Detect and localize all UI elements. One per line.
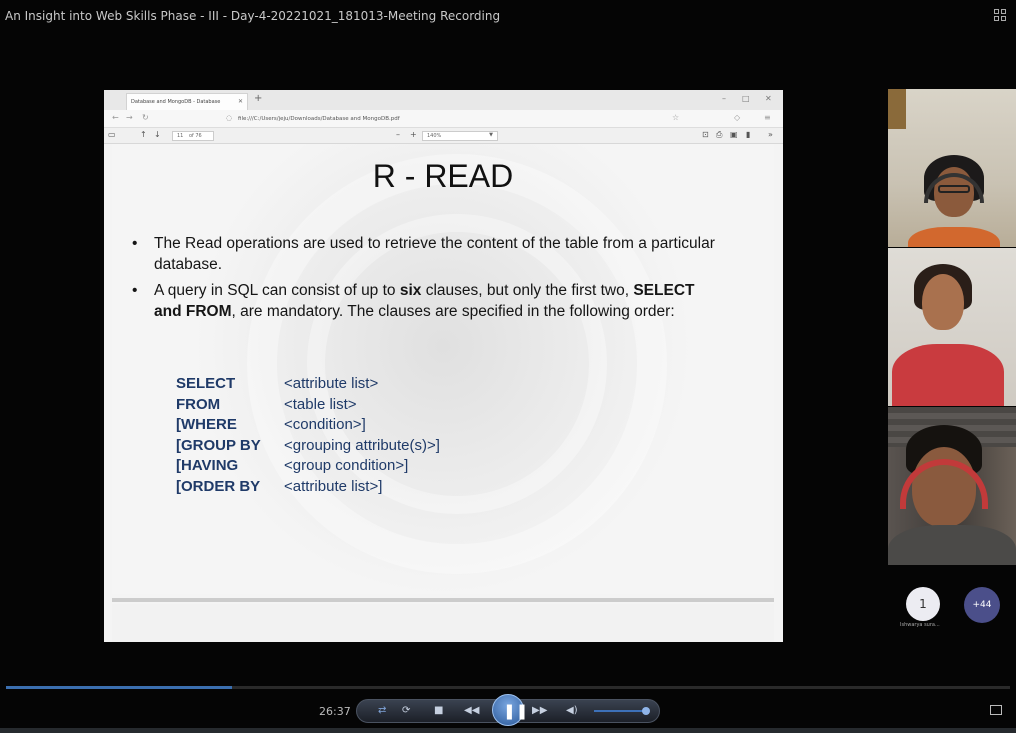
sql-keyword: FROM: [176, 395, 221, 413]
volume-slider-knob[interactable]: [642, 707, 650, 715]
participant-avatar[interactable]: 1: [906, 587, 940, 621]
stop-icon[interactable]: ■: [434, 705, 443, 716]
url-bar[interactable]: ◌ file:///C:/Users/jeju/Downloads/Databa…: [224, 113, 704, 125]
shared-browser-window: Database and MongoDB - Database ✕ + – □ …: [104, 90, 783, 642]
bullet2-text-mid: clauses, but only the first two,: [421, 282, 634, 299]
title-bar: An Insight into Web Skills Phase - III -…: [0, 0, 1016, 32]
presentation-mode-icon[interactable]: ⊡: [702, 130, 709, 139]
participant-video-2[interactable]: [888, 248, 1016, 406]
bookmark-icon[interactable]: ▮: [746, 130, 750, 139]
background-frame: [888, 89, 906, 129]
sql-row: [GROUP BY <grouping attribute(s)>]: [176, 436, 440, 457]
page-number-current: 11: [177, 133, 184, 139]
sql-row: [HAVING <group condition>]: [176, 456, 440, 477]
bookmark-star-icon[interactable]: ☆: [672, 113, 679, 122]
sql-clause-list: SELECT <attribute list> FROM <table list> …: [176, 374, 440, 497]
repeat-icon[interactable]: ⟳: [402, 705, 410, 716]
volume-slider[interactable]: [594, 710, 646, 712]
participant-shirt: [908, 227, 1000, 247]
previous-page-icon[interactable]: ↑: [140, 130, 147, 139]
bullet2-bold-six: six: [399, 282, 422, 299]
fullscreen-icon[interactable]: [990, 705, 1002, 715]
participant-video-1[interactable]: [888, 89, 1016, 247]
sql-argument: <attribute list>]: [284, 477, 383, 495]
sql-row: SELECT <attribute list>: [176, 374, 440, 395]
slide-title: R - READ: [372, 158, 514, 194]
player-controls: 26:37 ⇄ ⟳ ■ ◀◀ ❚❚ ▶▶ ◀): [0, 694, 1016, 728]
forward-icon[interactable]: →: [126, 113, 133, 122]
participant-shirt: [888, 525, 1016, 565]
browser-tab[interactable]: Database and MongoDB - Database ✕: [126, 93, 248, 110]
playback-progress-fill: [6, 686, 232, 689]
fast-forward-icon[interactable]: ▶▶: [532, 705, 547, 716]
volume-icon[interactable]: ◀): [566, 705, 578, 716]
chevron-down-icon: ▼: [489, 132, 493, 138]
minimize-icon[interactable]: –: [722, 94, 726, 103]
pocket-icon[interactable]: ◇: [734, 113, 740, 122]
sql-keyword: [ORDER BY: [176, 477, 261, 495]
bullet2-text-post: , are mandatory. The clauses are specifi…: [231, 303, 675, 320]
shuffle-icon[interactable]: ⇄: [378, 705, 386, 716]
tab-close-icon[interactable]: ✕: [238, 98, 243, 105]
next-pdf-page: [112, 604, 774, 642]
slide-page: R - READ The Read operations are used to…: [112, 144, 774, 594]
zoom-value: 140%: [427, 133, 442, 139]
bullet2-text: A query in SQL can consist of up to: [154, 282, 400, 299]
window-title: An Insight into Web Skills Phase - III -…: [5, 9, 501, 23]
sql-argument: <attribute list>: [284, 375, 379, 392]
pause-icon: ❚❚: [503, 702, 529, 720]
sql-argument: <grouping attribute(s)>]: [284, 436, 440, 454]
layout-grid-icon[interactable]: [994, 9, 1006, 21]
tools-menu-icon[interactable]: »: [768, 130, 773, 139]
zoom-out-icon[interactable]: –: [396, 130, 400, 139]
next-page-icon[interactable]: ↓: [154, 130, 161, 139]
page-info-icon: ◌: [226, 114, 233, 122]
sql-row: [ORDER BY <attribute list>]: [176, 477, 440, 498]
playback-time: 26:37: [319, 705, 351, 718]
maximize-icon[interactable]: □: [742, 94, 750, 103]
zoom-select[interactable]: 140% ▼: [422, 131, 498, 141]
participant-face: [922, 274, 964, 330]
page-number-field[interactable]: 11 of 76: [172, 131, 214, 141]
browser-tab-title: Database and MongoDB - Database: [131, 99, 221, 105]
browser-navbar: ← → ↻ ◌ file:///C:/Users/jeju/Downloads/…: [104, 110, 783, 128]
print-icon[interactable]: ⎙: [716, 130, 722, 140]
sql-argument: <group condition>]: [284, 457, 409, 474]
sql-argument: <condition>]: [284, 416, 366, 433]
participant-name-label: Ishwarya sura...: [900, 622, 940, 628]
sql-argument: <table list>: [284, 395, 357, 413]
rewind-icon[interactable]: ◀◀: [464, 705, 479, 716]
participant-video-3[interactable]: [888, 407, 1016, 565]
pdf-toolbar: ▭ ↑ ↓ 11 of 76 – + 140% ▼ ⊡ ⎙ ▣ ▮ »: [104, 128, 783, 144]
sql-row: FROM <table list>: [176, 395, 440, 416]
pause-button[interactable]: ❚❚: [492, 694, 528, 726]
sql-row: [WHERE <condition>]: [176, 415, 440, 436]
save-icon[interactable]: ▣: [730, 130, 738, 139]
sql-keyword: [HAVING: [176, 457, 239, 474]
more-participants-badge[interactable]: +44: [964, 587, 1000, 623]
back-icon[interactable]: ←: [112, 113, 119, 122]
sql-keyword: SELECT: [176, 375, 236, 392]
bullet-read-operations: The Read operations are used to retrieve…: [132, 233, 724, 275]
playback-progress-bar[interactable]: [6, 686, 1010, 689]
new-tab-icon[interactable]: +: [254, 93, 262, 104]
bullet-sql-clauses: A query in SQL can consist of up to six …: [132, 280, 724, 322]
sql-keyword: [WHERE: [176, 416, 237, 433]
menu-icon[interactable]: ≡: [764, 113, 771, 122]
sql-keyword: [GROUP BY: [176, 436, 261, 454]
sidebar-toggle-icon[interactable]: ▭: [108, 130, 116, 139]
reload-icon[interactable]: ↻: [142, 113, 149, 122]
close-window-icon[interactable]: ✕: [765, 94, 772, 103]
zoom-in-icon[interactable]: +: [410, 130, 417, 139]
participant-shirt: [892, 344, 1004, 406]
url-text: file:///C:/Users/jeju/Downloads/Database…: [238, 116, 400, 122]
taskbar-strip: [0, 728, 1016, 733]
page-number-total: of 76: [188, 133, 202, 139]
page-separator: [112, 598, 774, 602]
browser-tabstrip: Database and MongoDB - Database ✕ + – □ …: [104, 90, 783, 110]
